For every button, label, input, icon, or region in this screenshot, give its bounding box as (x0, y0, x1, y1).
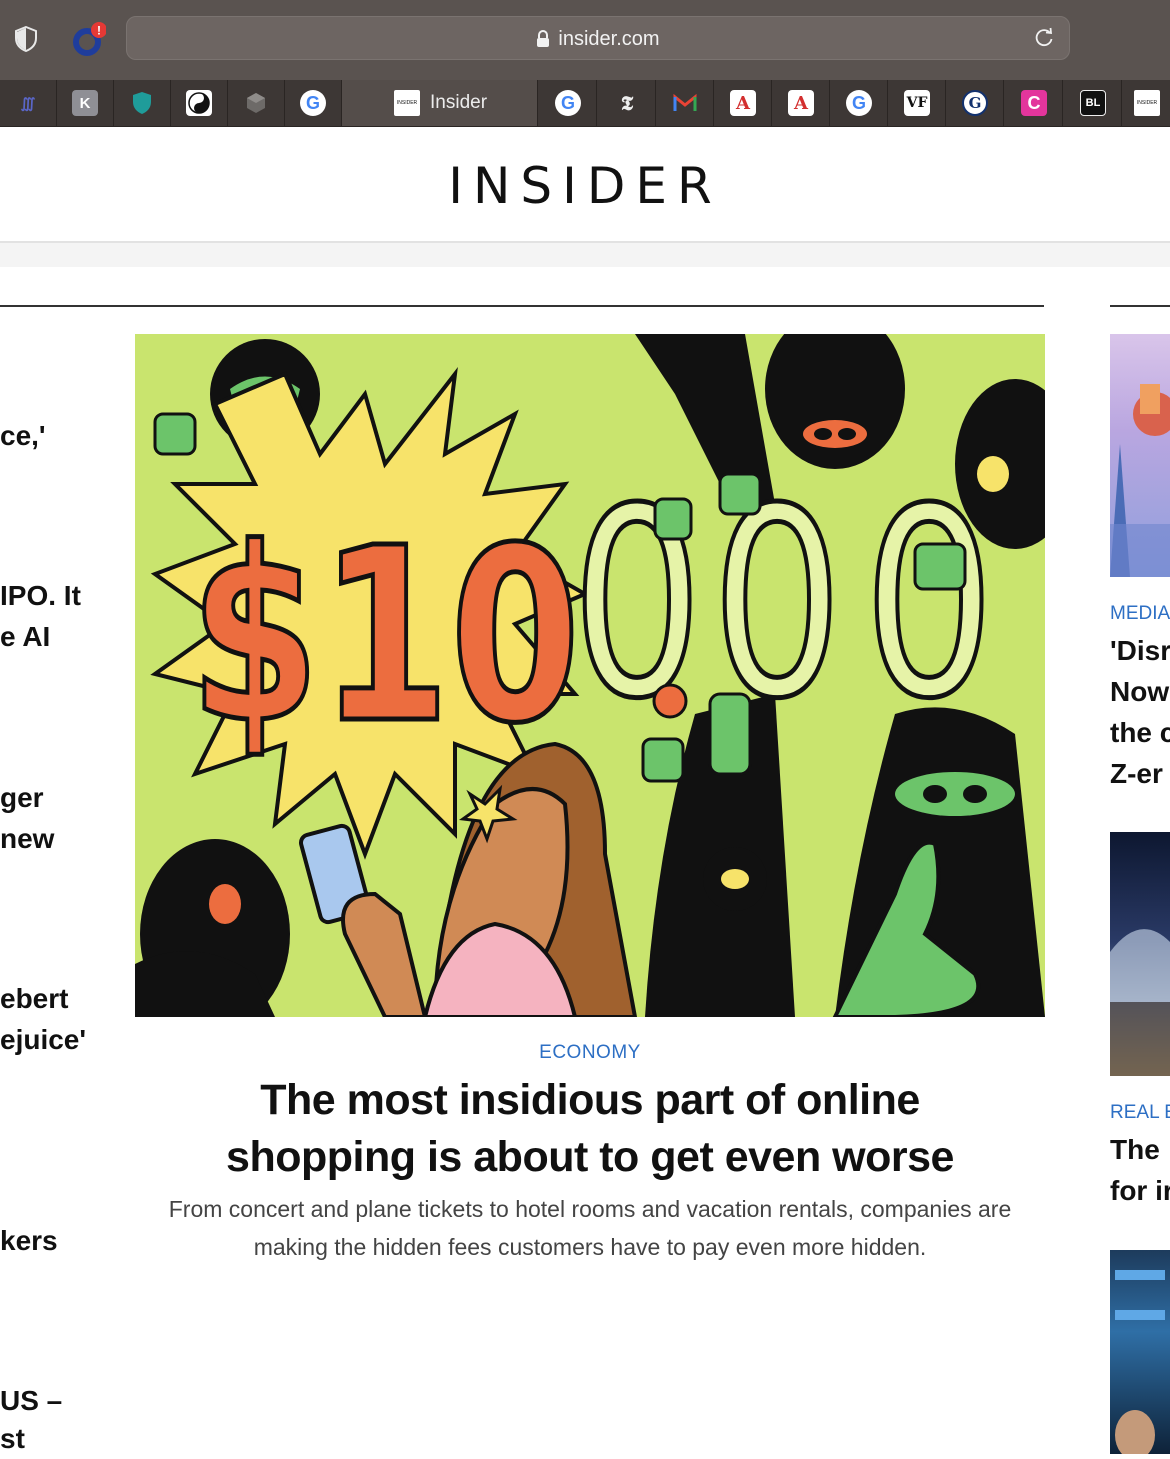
headline-line: shopping is about to get even worse (226, 1133, 954, 1181)
left-story-text[interactable]: ebert (0, 978, 68, 1019)
google-icon: G (555, 90, 581, 116)
story-thumbnail[interactable] (1110, 832, 1170, 1076)
left-story-text[interactable]: e AI (0, 616, 50, 657)
left-story-text[interactable]: new (0, 818, 54, 859)
zero-digit-3: 0 (863, 452, 995, 756)
headline-line: The most insidious part of online (260, 1076, 920, 1124)
google-icon: G (300, 90, 326, 116)
url-text: insider.com (558, 27, 660, 50)
story-thumbnail[interactable] (1110, 334, 1170, 577)
reload-icon[interactable] (1033, 27, 1055, 49)
tab-bar: ∭ K G INSIDER Insider G 𝕿 A A G VF G C B… (0, 80, 1170, 127)
browser-toolbar: ! insider.com (0, 0, 1170, 80)
sub-navigation-bar (0, 243, 1170, 267)
yin-yang-icon (186, 90, 212, 116)
section-divider (0, 305, 1044, 307)
tab-label: Insider (430, 92, 488, 113)
hero-headline[interactable]: The most insidious part of online shoppi… (135, 1072, 1045, 1186)
left-story-text[interactable]: ger (0, 777, 44, 818)
tab-google-2[interactable]: G (540, 80, 597, 126)
notification-badge: ! (97, 24, 101, 38)
left-story-text[interactable]: ejuice' (0, 1019, 86, 1060)
hero-illustration[interactable]: $10 0 0 0 (135, 334, 1045, 1017)
tab-wavy[interactable]: ∭ (0, 80, 57, 126)
gray-cube-icon (243, 90, 269, 116)
tab-vf[interactable]: VF (889, 80, 946, 126)
teal-shield-icon (129, 90, 155, 116)
story-category[interactable]: ECONOMY (135, 1042, 1045, 1064)
story-headline-line[interactable]: Now (1110, 671, 1170, 712)
lock-icon (537, 30, 550, 47)
tab-c[interactable]: C (1006, 80, 1063, 126)
tab-k[interactable]: K (57, 80, 114, 126)
tab-bl[interactable]: BL (1065, 80, 1122, 126)
privacy-shield-icon[interactable] (14, 26, 38, 52)
story-category[interactable]: REAL E (1110, 1102, 1170, 1124)
bl-icon: BL (1080, 90, 1106, 116)
price-prefix-text: $10 (190, 496, 581, 776)
tab-shield[interactable] (114, 80, 171, 126)
left-story-text[interactable]: US – (0, 1380, 62, 1421)
story-headline-line[interactable]: the c (1110, 712, 1170, 753)
hero-summary: From concert and plane tickets to hotel … (168, 1196, 1012, 1260)
story-thumbnail[interactable] (1110, 1250, 1170, 1454)
nyt-icon: 𝕿 (620, 91, 634, 115)
c-icon: C (1021, 90, 1047, 116)
address-bar[interactable]: insider.com (126, 16, 1070, 60)
tab-yinyang[interactable] (171, 80, 228, 126)
tab-a-2[interactable]: A (773, 80, 830, 126)
tab-google-1[interactable]: G (285, 80, 342, 126)
tab-insider[interactable]: INSIDER Insider (342, 80, 538, 126)
site-header: INSIDER (0, 127, 1170, 243)
tab-a-1[interactable]: A (715, 80, 772, 126)
k-icon: K (72, 90, 98, 116)
wavy-logo-icon: ∭ (20, 94, 36, 111)
tab-g-circle[interactable]: G (947, 80, 1004, 126)
left-story-text[interactable]: kers (0, 1220, 58, 1261)
extension-icon[interactable]: ! (70, 22, 107, 58)
section-divider-right (1110, 305, 1170, 307)
story-headline-line[interactable]: 'Disr (1110, 630, 1170, 671)
left-story-text[interactable]: st (0, 1418, 25, 1459)
tab-nyt[interactable]: 𝕿 (599, 80, 656, 126)
insider-icon: INSIDER (1134, 90, 1160, 116)
tab-gmail[interactable] (657, 80, 714, 126)
story-category[interactable]: MEDIA (1110, 603, 1170, 625)
insider-icon: INSIDER (394, 90, 420, 116)
left-story-text[interactable]: ce,' (0, 415, 46, 456)
story-headline-line[interactable]: for ir (1110, 1170, 1170, 1211)
tab-insider-2[interactable]: INSIDER (1124, 80, 1170, 126)
google-icon: G (846, 90, 872, 116)
a-icon: A (788, 90, 814, 116)
tab-google-3[interactable]: G (831, 80, 888, 126)
left-story-text[interactable]: IPO. It (0, 575, 81, 616)
tab-cube[interactable] (228, 80, 285, 126)
gmail-icon (672, 90, 698, 116)
vf-icon: VF (904, 90, 930, 116)
site-logo[interactable]: INSIDER (0, 157, 1170, 215)
story-headline-line[interactable]: The (1110, 1129, 1170, 1170)
story-headline-line[interactable]: Z-er (1110, 753, 1170, 794)
g-circle-icon: G (962, 90, 988, 116)
a-icon: A (730, 90, 756, 116)
